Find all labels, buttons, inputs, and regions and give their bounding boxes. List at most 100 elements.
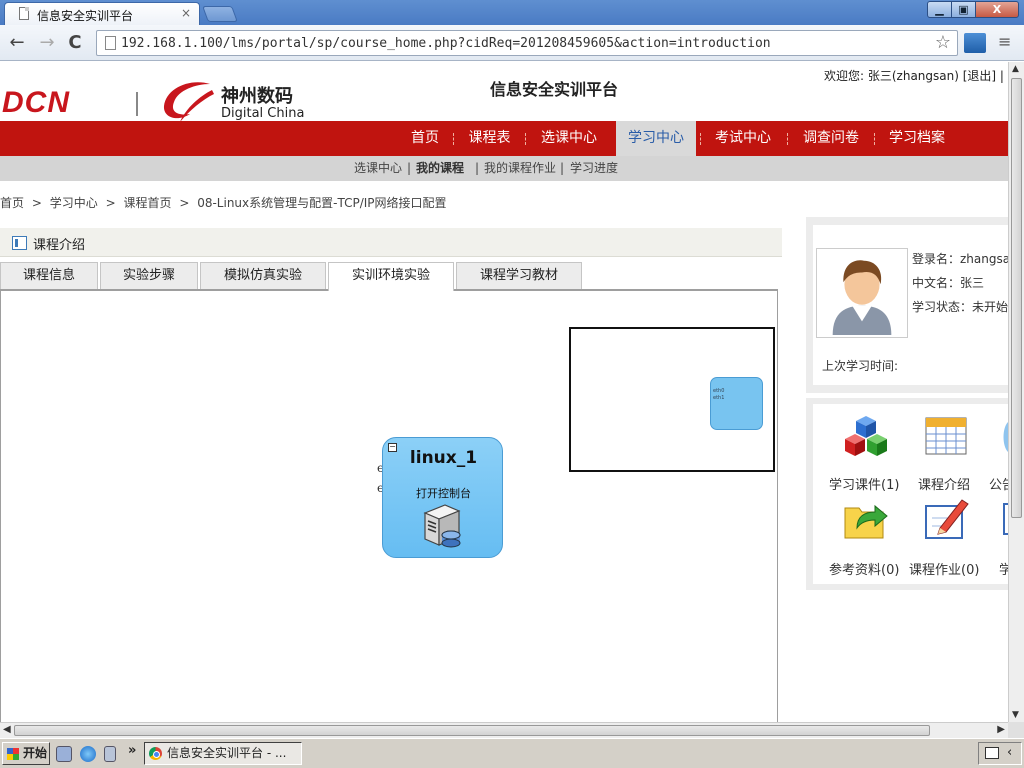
menu-wrench-icon[interactable]: ≡ — [998, 32, 1011, 51]
breadcrumb: 首页 > 学习中心 > 课程首页 > 08-Linux系统管理与配置-TCP/I… — [0, 194, 451, 211]
subnav-my-homework[interactable]: 我的课程作业 — [484, 156, 556, 181]
extension-icon[interactable] — [964, 33, 986, 53]
topology-minimap[interactable]: eth0 eth1 — [569, 327, 775, 472]
ie-icon[interactable] — [80, 746, 96, 762]
keyboard-icon[interactable] — [985, 747, 999, 759]
nav-item-learning-center[interactable]: 学习中心 — [616, 121, 696, 156]
logo-divider — [136, 92, 138, 116]
quicklaunch-more-icon[interactable]: » — [128, 743, 136, 758]
scroll-right-arrow-icon[interactable]: ▶ — [997, 724, 1005, 735]
site-title: 信息安全实训平台 — [490, 80, 619, 99]
subnav-divider: | — [475, 161, 480, 175]
folder-arrow-icon[interactable] — [843, 498, 889, 540]
back-button[interactable]: ← — [6, 32, 28, 54]
vertical-scrollbar[interactable]: ▲ ▼ — [1008, 62, 1024, 722]
tab-training-env-lab[interactable]: 实训环境实验 — [328, 262, 454, 291]
user-avatar — [816, 248, 908, 338]
linux-node[interactable]: − linux_1 打开控制台 — [382, 437, 503, 558]
tab-simulation-lab[interactable]: 模拟仿真实验 — [200, 262, 326, 289]
tab-close-icon[interactable]: × — [181, 6, 191, 20]
tab-lab-steps[interactable]: 实验步骤 — [100, 262, 198, 289]
close-window-button[interactable]: X — [975, 1, 1019, 18]
minimap-port-label: eth1 — [713, 395, 725, 401]
show-desktop-icon[interactable] — [56, 746, 72, 762]
nav-item-survey[interactable]: 调查问卷 — [794, 121, 868, 156]
start-button[interactable]: 开始 — [2, 742, 50, 765]
tray-expand-icon[interactable]: ‹ — [1007, 745, 1012, 760]
scroll-left-arrow-icon[interactable]: ◀ — [3, 724, 11, 735]
quick-link-courseware[interactable]: 学习课件(1) — [829, 474, 899, 493]
nav-item-course-selection[interactable]: 选课中心 — [532, 121, 606, 156]
start-label: 开始 — [23, 746, 48, 760]
breadcrumb-course-home[interactable]: 课程首页 — [123, 196, 171, 210]
tab-course-info[interactable]: 课程信息 — [0, 262, 98, 289]
welcome-text[interactable]: 欢迎您: 张三(zhangsan) [退出] | — [824, 67, 1004, 84]
topology-canvas[interactable]: eth0 eth1 eth0 eth1 − linux_1 打开控制台 — [0, 291, 778, 722]
reload-button[interactable]: C — [64, 32, 86, 54]
vertical-scroll-thumb[interactable] — [1011, 78, 1022, 518]
url-text[interactable]: 192.168.1.100/lms/portal/sp/course_home.… — [121, 36, 771, 51]
scroll-down-arrow-icon[interactable]: ▼ — [1012, 710, 1019, 720]
windows-flag-icon — [7, 748, 19, 760]
nav-item-home[interactable]: 首页 — [402, 121, 448, 156]
nav-divider — [787, 133, 788, 145]
server-icon[interactable] — [419, 501, 465, 549]
quick-link-announcement[interactable]: 公告 — [989, 474, 1008, 493]
address-bar[interactable]: 192.168.1.100/lms/portal/sp/course_home.… — [96, 30, 958, 56]
breadcrumb-home[interactable]: 首页 — [0, 196, 24, 210]
quick-link-homework[interactable]: 课程作业(0) — [909, 559, 979, 578]
pencil-edit-icon[interactable] — [924, 496, 970, 540]
nav-divider — [874, 133, 875, 145]
course-panel-title: 课程介绍 — [33, 238, 86, 253]
minimap-node[interactable]: eth0 eth1 — [710, 377, 763, 430]
nav-divider — [453, 133, 454, 145]
subnav-divider: | — [407, 161, 412, 175]
browser-tab-strip: 信息安全实训平台 × ▁ ▣ X — [0, 0, 1024, 25]
system-tray: ‹ — [978, 742, 1022, 765]
chinese-name: 中文名：张三 — [912, 276, 985, 290]
horizontal-scrollbar[interactable]: ◀ ▶ — [0, 722, 1008, 738]
page-icon — [105, 36, 116, 50]
maximize-button[interactable]: ▣ — [951, 1, 976, 18]
course-tabs: 课程信息 实验步骤 模拟仿真实验 实训环境实验 课程学习教材 — [0, 262, 778, 291]
quick-link-references[interactable]: 参考资料(0) — [829, 559, 899, 578]
explorer-icon[interactable] — [104, 746, 116, 762]
breadcrumb-learning-center[interactable]: 学习中心 — [50, 196, 98, 210]
logo-cn-text: 神州数码 — [221, 86, 293, 107]
scroll-up-arrow-icon[interactable]: ▲ — [1012, 64, 1019, 74]
taskbar-chrome-window[interactable]: 信息安全实训平台 - ... — [144, 742, 302, 765]
quick-link-course-intro[interactable]: 课程介绍 — [918, 474, 970, 493]
minimize-button[interactable]: ▁ — [927, 1, 952, 18]
panel-icon — [12, 236, 27, 250]
nav-item-schedule[interactable]: 课程表 — [462, 121, 517, 156]
minimap-port-label: eth0 — [713, 388, 725, 394]
cubes-icon[interactable] — [843, 414, 889, 458]
forward-button[interactable]: → — [36, 32, 58, 54]
bookmark-star-icon[interactable]: ☆ — [935, 32, 951, 53]
open-console-link[interactable]: 打开控制台 — [383, 485, 504, 501]
main-nav: 首页 课程表 选课中心 学习中心 考试中心 调查问卷 学习档案 — [0, 121, 1008, 156]
browser-tab[interactable]: 信息安全实训平台 × — [4, 2, 200, 25]
page-viewport: DCN 神州数码 Digital China 信息安全实训平台 欢迎您: 张三(… — [0, 62, 1008, 722]
new-tab-button[interactable] — [202, 6, 238, 22]
quick-link-study[interactable]: 学 — [999, 559, 1008, 578]
calendar-icon[interactable] — [924, 414, 968, 456]
nav-item-exam-center[interactable]: 考试中心 — [706, 121, 780, 156]
browser-tab-title: 信息安全实训平台 — [37, 9, 134, 23]
subnav-divider: | — [560, 161, 565, 175]
subnav-course-selection[interactable]: 选课中心 — [354, 156, 402, 181]
nav-item-learning-archive[interactable]: 学习档案 — [880, 121, 954, 156]
taskbar-window-title: 信息安全实训平台 - ... — [167, 746, 287, 760]
subnav-my-courses[interactable]: 我的课程 — [416, 156, 464, 181]
learning-status: 学习状态：未开始 — [912, 300, 1008, 314]
digital-china-swirl-icon — [163, 82, 214, 122]
horizontal-scroll-thumb[interactable] — [14, 725, 930, 736]
chrome-icon — [149, 747, 162, 760]
tab-course-materials[interactable]: 课程学习教材 — [456, 262, 582, 289]
browser-toolbar: ← → C 192.168.1.100/lms/portal/sp/course… — [0, 25, 1024, 61]
breadcrumb-separator: > — [31, 196, 42, 210]
windows-taskbar: 开始 » 信息安全实训平台 - ... ‹ — [0, 738, 1024, 768]
subnav-progress[interactable]: 学习进度 — [570, 156, 618, 181]
last-study-time-label: 上次学习时间: — [822, 359, 899, 373]
breadcrumb-separator: > — [179, 196, 190, 210]
